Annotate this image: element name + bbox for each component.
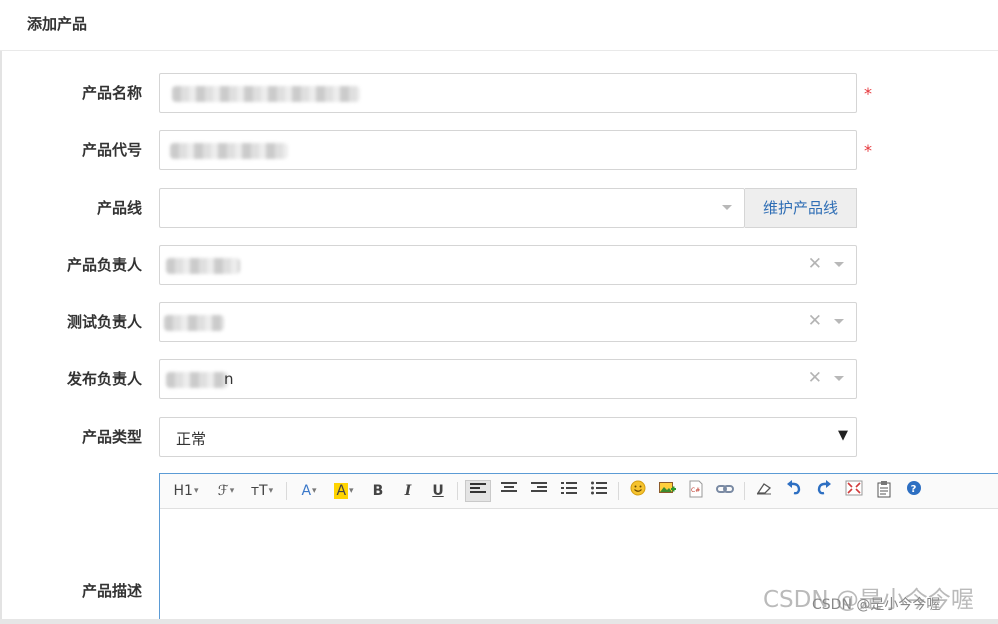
undo-icon xyxy=(787,480,801,495)
align-left-button[interactable] xyxy=(465,480,491,502)
product-name-input[interactable] xyxy=(159,73,857,113)
product-owner-label: 产品负责人 xyxy=(66,256,142,274)
insert-code-button[interactable]: C# xyxy=(684,480,708,502)
unordered-list-icon xyxy=(591,481,607,495)
eraser-icon xyxy=(756,483,772,495)
editor-toolbar: H1▾ ℱ▾ тT▾ A▾ A ▾ B I U C# ? xyxy=(160,474,998,509)
unordered-list-button[interactable] xyxy=(586,480,612,502)
chevron-down-icon[interactable] xyxy=(834,319,844,324)
test-owner-select[interactable]: ✕ xyxy=(159,302,857,342)
maintain-product-line-button[interactable]: 维护产品线 xyxy=(745,188,857,228)
bold-button[interactable]: B xyxy=(368,480,388,502)
product-type-value: 正常 xyxy=(176,430,207,448)
toolbar-divider xyxy=(744,482,745,500)
underline-button[interactable]: U xyxy=(428,480,448,502)
font-family-button[interactable]: ℱ▾ xyxy=(212,480,240,502)
link-icon xyxy=(716,485,734,493)
required-mark: * xyxy=(864,84,872,103)
paste-button[interactable] xyxy=(872,480,896,502)
redacted-text xyxy=(164,315,224,331)
product-type-label: 产品类型 xyxy=(81,428,142,446)
align-right-icon xyxy=(531,482,547,492)
bottom-border xyxy=(0,619,998,624)
help-icon: ? xyxy=(907,481,921,495)
font-size-button[interactable]: тT▾ xyxy=(248,480,276,502)
heading-button[interactable]: H1▾ xyxy=(170,480,202,502)
image-icon xyxy=(659,482,676,493)
fullscreen-button[interactable] xyxy=(842,480,866,502)
insert-link-button[interactable] xyxy=(713,480,737,502)
undo-button[interactable] xyxy=(782,480,806,502)
release-owner-select[interactable]: n ✕ xyxy=(159,359,857,399)
close-icon[interactable]: ✕ xyxy=(808,254,822,274)
redacted-text xyxy=(172,86,360,102)
required-mark: * xyxy=(864,141,872,160)
test-owner-label: 测试负责人 xyxy=(66,313,142,331)
watermark-overlay: CSDN @是小今今喔 xyxy=(812,597,941,613)
fullscreen-icon xyxy=(845,480,863,496)
italic-button[interactable]: I xyxy=(398,480,418,502)
product-line-label: 产品线 xyxy=(96,199,142,217)
ordered-list-button[interactable] xyxy=(556,480,582,502)
close-icon[interactable]: ✕ xyxy=(808,368,822,388)
release-owner-label: 发布负责人 xyxy=(66,370,142,388)
align-left-icon xyxy=(470,483,486,493)
product-description-label: 产品描述 xyxy=(81,582,142,600)
product-code-label: 产品代号 xyxy=(81,141,142,159)
panel-header: 添加产品 xyxy=(0,0,998,51)
ordered-list-icon xyxy=(561,482,577,494)
clear-format-button[interactable] xyxy=(752,480,776,502)
code-file-icon: C# xyxy=(689,480,703,498)
triangle-down-icon[interactable]: ▼ xyxy=(838,428,848,443)
redacted-text xyxy=(166,372,228,388)
toolbar-divider xyxy=(286,482,287,500)
product-line-select[interactable] xyxy=(159,188,745,228)
redacted-text xyxy=(170,143,288,159)
clipboard-icon xyxy=(877,481,891,498)
help-button[interactable]: ? xyxy=(902,480,926,502)
toolbar-divider xyxy=(618,482,619,500)
align-right-button[interactable] xyxy=(526,480,552,502)
align-center-icon xyxy=(501,482,517,492)
redacted-text xyxy=(166,258,240,274)
align-center-button[interactable] xyxy=(496,480,522,502)
highlight-button[interactable]: A ▾ xyxy=(330,480,358,502)
chevron-down-icon[interactable] xyxy=(834,262,844,267)
product-code-input[interactable] xyxy=(159,130,857,170)
product-type-select[interactable]: 正常 ▼ xyxy=(159,417,857,457)
emoji-button[interactable] xyxy=(626,480,650,502)
svg-text:C#: C# xyxy=(691,487,700,494)
chevron-down-icon[interactable] xyxy=(834,376,844,381)
product-name-label: 产品名称 xyxy=(81,84,142,102)
font-color-button[interactable]: A▾ xyxy=(296,480,322,502)
smiley-icon xyxy=(630,480,646,496)
redo-icon xyxy=(817,480,831,495)
product-owner-select[interactable]: ✕ xyxy=(159,245,857,285)
release-owner-tail: n xyxy=(224,370,234,388)
page-title: 添加产品 xyxy=(27,15,88,33)
svg-text:?: ? xyxy=(911,484,917,495)
chevron-down-icon[interactable] xyxy=(722,205,732,210)
insert-image-button[interactable] xyxy=(655,480,679,502)
close-icon[interactable]: ✕ xyxy=(808,311,822,331)
redo-button[interactable] xyxy=(812,480,836,502)
toolbar-divider xyxy=(457,482,458,500)
